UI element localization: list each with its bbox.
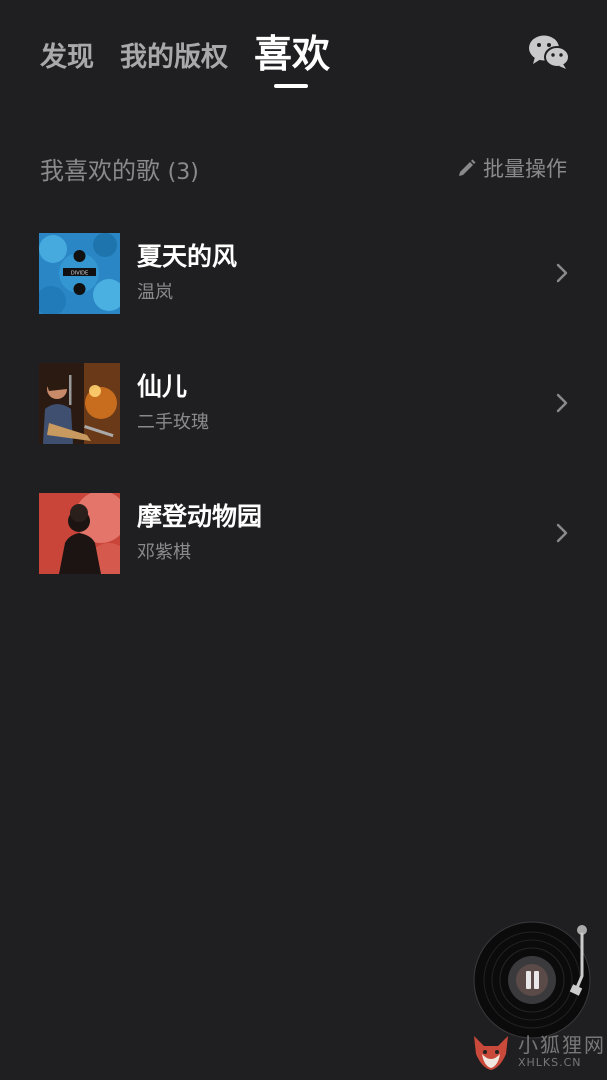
album-cover	[39, 492, 120, 574]
watermark: 小狐狸网 XHLKS.CN	[470, 1030, 606, 1072]
song-row[interactable]: DIVIDE 夏天的风 温岚	[39, 232, 569, 314]
section-title: 我喜欢的歌 (3)	[40, 151, 199, 186]
song-artist: 二手玫瑰	[137, 412, 209, 433]
wechat-icon[interactable]	[528, 34, 570, 70]
favorites-header: 我喜欢的歌 (3) 批量操作	[40, 150, 567, 186]
top-tab-bar: 发现 我的版权 喜欢	[40, 30, 356, 88]
tab-discover[interactable]: 发现	[40, 38, 94, 78]
song-row[interactable]: 仙儿 二手玫瑰	[39, 362, 569, 444]
song-info: 摩登动物园 邓紫棋	[137, 500, 555, 566]
active-tab-indicator	[274, 84, 308, 88]
batch-edit-label: 批量操作	[483, 157, 567, 181]
song-artist: 邓紫棋	[137, 542, 191, 563]
tab-favorites[interactable]: 喜欢	[254, 30, 331, 88]
song-title: 仙儿	[137, 372, 188, 401]
song-info: 仙儿 二手玫瑰	[137, 370, 555, 436]
song-artist: 温岚	[137, 282, 173, 303]
fox-logo-icon	[474, 1036, 508, 1070]
vinyl-player-button[interactable]	[472, 920, 592, 1040]
chevron-right-icon	[556, 263, 568, 283]
song-info: 夏天的风 温岚	[137, 240, 555, 306]
song-count: (3)	[167, 159, 199, 185]
chevron-right-icon	[556, 393, 568, 413]
batch-edit-button[interactable]: 批量操作	[457, 153, 567, 183]
pencil-icon	[459, 159, 476, 176]
tab-favorites-label: 喜欢	[254, 32, 331, 76]
song-title: 摩登动物园	[137, 502, 263, 531]
album-cover	[39, 362, 120, 444]
chevron-right-icon	[556, 523, 568, 543]
section-title-text: 我喜欢的歌	[40, 156, 160, 185]
watermark-title: 小狐狸网	[518, 1032, 606, 1057]
tab-my-copyright[interactable]: 我的版权	[120, 38, 228, 78]
song-title: 夏天的风	[137, 242, 238, 271]
song-row[interactable]: 摩登动物园 邓紫棋	[39, 492, 569, 574]
watermark-subtitle: XHLKS.CN	[518, 1055, 582, 1069]
cover-text: DIVIDE	[71, 270, 88, 276]
album-cover: DIVIDE	[39, 232, 120, 314]
